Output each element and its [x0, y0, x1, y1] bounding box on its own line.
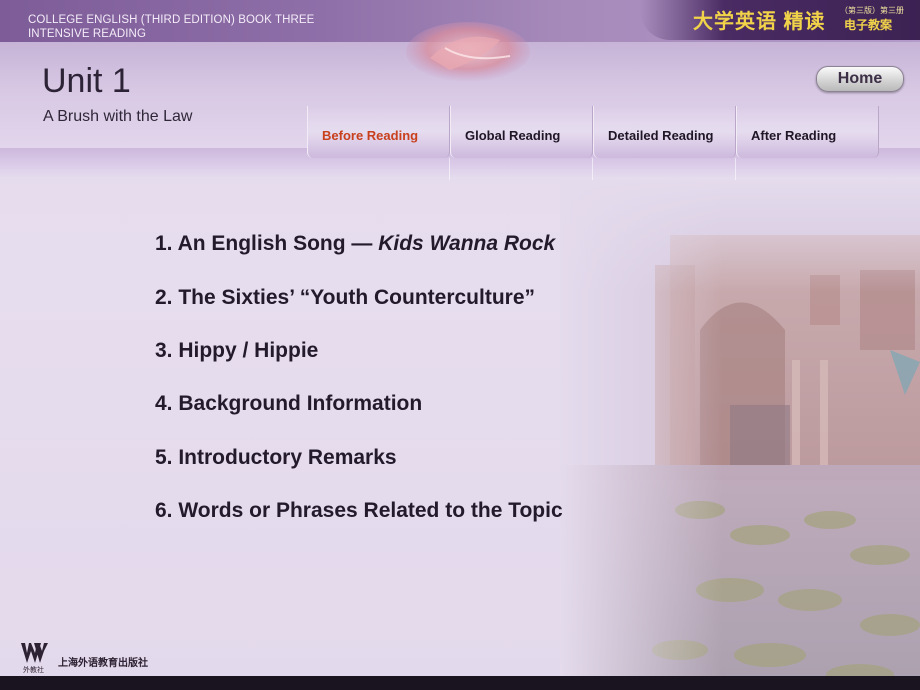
- menu-item-text: 6. Words or Phrases Related to the Topic: [155, 499, 563, 522]
- tab-before-reading[interactable]: Before Reading: [307, 106, 450, 158]
- unit-subtitle: A Brush with the Law: [43, 108, 193, 125]
- tab-divider: [735, 158, 736, 180]
- course-title-line2: INTENSIVE READING: [28, 28, 146, 40]
- course-title: COLLEGE ENGLISH (THIRD EDITION) BOOK THR…: [28, 13, 358, 41]
- slide-page: COLLEGE ENGLISH (THIRD EDITION) BOOK THR…: [0, 0, 920, 690]
- menu-item-song-title: Kids Wanna Rock: [378, 232, 556, 255]
- section-tabs: Before Reading Global Reading Detailed R…: [307, 106, 879, 158]
- menu-item-sixties-counterculture[interactable]: 2. The Sixties’ “Youth Counterculture”: [155, 286, 535, 310]
- menu-item-english-song[interactable]: 1. An English Song — Kids Wanna Rock: [155, 232, 555, 256]
- publisher-logo-caption: 外教社: [23, 667, 44, 674]
- tab-label: Before Reading: [322, 128, 419, 143]
- menu-item-hippie[interactable]: 3. Hippy / Hippie: [155, 339, 318, 363]
- tab-after-reading[interactable]: After Reading: [736, 106, 879, 158]
- footer-bar: [0, 676, 920, 690]
- tab-global-reading[interactable]: Global Reading: [450, 106, 593, 158]
- unit-title: Unit 1: [42, 62, 131, 100]
- menu-item-text: 4. Background Information: [155, 392, 423, 415]
- menu-item-text: 5. Introductory Remarks: [155, 446, 397, 469]
- cn-logo-subtitle: 电子教案: [844, 18, 893, 32]
- menu-item-text: 3. Hippy / Hippie: [155, 339, 319, 362]
- publisher-name: 上海外语教育出版社: [58, 658, 148, 669]
- tab-detailed-reading[interactable]: Detailed Reading: [593, 106, 736, 158]
- menu-item-text: 1. An English Song —: [155, 232, 379, 255]
- menu-item-text: 2. The Sixties’ “Youth Counterculture”: [155, 286, 535, 309]
- tab-label: Detailed Reading: [608, 128, 714, 143]
- tab-divider: [592, 158, 593, 180]
- tab-label: After Reading: [751, 128, 837, 143]
- tab-label: Global Reading: [465, 128, 561, 143]
- cn-logo-edition: （第三版）第三册: [840, 6, 904, 15]
- tab-divider: [449, 158, 450, 180]
- background-scenery: [560, 180, 920, 690]
- cn-logo-title: 大学英语 精读: [693, 11, 826, 33]
- course-title-line1: COLLEGE ENGLISH (THIRD EDITION) BOOK THR…: [28, 14, 315, 26]
- home-button[interactable]: Home: [816, 66, 904, 92]
- menu-item-background-information[interactable]: 4. Background Information: [155, 392, 422, 416]
- menu-item-related-words[interactable]: 6. Words or Phrases Related to the Topic: [155, 499, 563, 523]
- header-flower-art: [406, 22, 530, 82]
- menu-item-introductory-remarks[interactable]: 5. Introductory Remarks: [155, 446, 397, 470]
